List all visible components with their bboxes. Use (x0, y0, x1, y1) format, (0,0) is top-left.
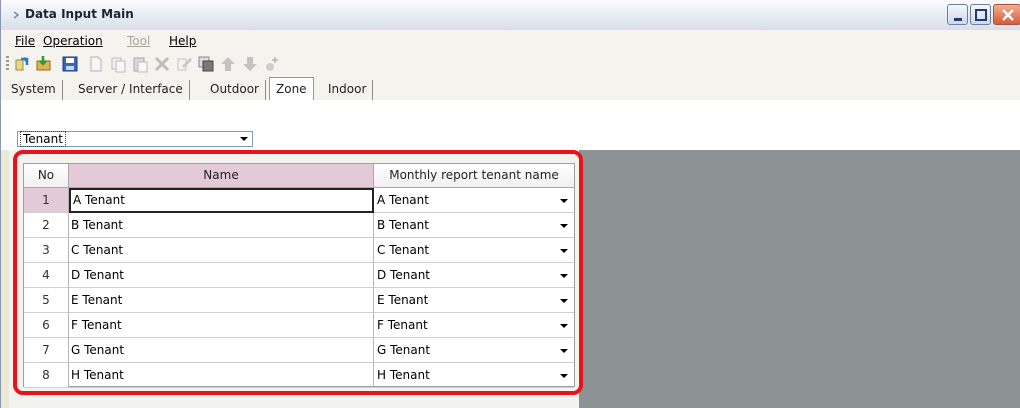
open-icon[interactable] (13, 55, 31, 73)
tenant-grid: No Name Monthly report tenant name 1 A T… (23, 163, 575, 388)
name-cell[interactable]: F Tenant (69, 313, 374, 338)
new-document-icon[interactable] (87, 55, 105, 73)
chevron-down-icon[interactable] (556, 316, 572, 334)
row-number: 6 (24, 313, 69, 338)
tab-bar: System Server / Interface Outdoor Zone I… (1, 76, 1020, 101)
monthly-report-cell[interactable]: F Tenant (374, 313, 574, 338)
name-cell[interactable]: C Tenant (69, 238, 374, 263)
monthly-report-cell[interactable]: B Tenant (374, 213, 574, 238)
maximize-button[interactable] (970, 4, 991, 25)
empty-gray-area (579, 150, 1020, 408)
table-row[interactable]: 1 A Tenant A Tenant (24, 188, 574, 213)
minimize-button[interactable] (947, 4, 968, 25)
monthly-report-cell[interactable]: C Tenant (374, 238, 574, 263)
monthly-report-value: D Tenant (377, 268, 430, 282)
main-window: Data Input Main File Operation Tool Help (0, 0, 1020, 408)
move-up-icon[interactable] (219, 55, 237, 73)
monthly-report-cell[interactable]: A Tenant (374, 188, 574, 213)
table-row[interactable]: 3 C Tenant C Tenant (24, 238, 574, 263)
row-number: 4 (24, 263, 69, 288)
column-header-no[interactable]: No (24, 164, 69, 188)
maximize-icon (975, 9, 987, 21)
properties-icon[interactable] (197, 55, 215, 73)
toolbar (1, 52, 1020, 76)
name-cell[interactable]: B Tenant (69, 213, 374, 238)
menu-operation[interactable]: Operation (43, 34, 103, 48)
name-cell[interactable]: H Tenant (69, 363, 374, 388)
name-cell[interactable]: D Tenant (69, 263, 374, 288)
menu-tool-label: Tool (127, 34, 151, 48)
row-number: 8 (24, 363, 69, 388)
table-row[interactable]: 4 D Tenant D Tenant (24, 263, 574, 288)
chevron-down-icon[interactable] (556, 341, 572, 359)
monthly-report-value: H Tenant (377, 368, 430, 382)
name-cell[interactable]: A Tenant (69, 188, 374, 213)
chevron-down-icon[interactable] (556, 191, 572, 209)
tab-zone[interactable]: Zone (269, 77, 314, 101)
chevron-down-icon[interactable] (237, 133, 251, 145)
monthly-report-cell[interactable]: E Tenant (374, 288, 574, 313)
menu-help-label: Help (169, 34, 197, 48)
menu-operation-label: Operation (43, 34, 103, 48)
monthly-report-value: C Tenant (377, 243, 430, 257)
table-row[interactable]: 8 H Tenant H Tenant (24, 363, 574, 388)
save-icon[interactable] (61, 55, 79, 73)
menu-file-label: File (15, 34, 36, 48)
menu-file[interactable]: File (15, 34, 35, 48)
chevron-down-icon[interactable] (556, 291, 572, 309)
monthly-report-value: B Tenant (377, 218, 429, 232)
tab-system[interactable]: System (5, 80, 63, 100)
import-icon[interactable] (35, 55, 53, 73)
column-header-name[interactable]: Name (69, 164, 374, 188)
monthly-report-value: F Tenant (377, 318, 428, 332)
column-header-monthly-report-tenant-name[interactable]: Monthly report tenant name (374, 164, 574, 188)
minimize-icon (954, 18, 962, 21)
menu-tool[interactable]: Tool (127, 34, 150, 48)
row-number: 7 (24, 338, 69, 363)
name-cell[interactable]: E Tenant (69, 288, 374, 313)
row-number: 3 (24, 238, 69, 263)
tab-outdoor[interactable]: Outdoor (204, 80, 266, 100)
paste-icon[interactable] (131, 55, 149, 73)
table-row[interactable]: 5 E Tenant E Tenant (24, 288, 574, 313)
menu-bar: File Operation Tool Help (1, 30, 1020, 52)
move-down-icon[interactable] (241, 55, 259, 73)
zone-type-select[interactable]: Tenant (17, 131, 253, 147)
title-bar[interactable]: Data Input Main (1, 0, 1020, 31)
chevron-down-icon[interactable] (556, 366, 572, 384)
monthly-report-value: A Tenant (377, 193, 429, 207)
chevron-down-icon[interactable] (556, 266, 572, 284)
monthly-report-cell[interactable]: G Tenant (374, 338, 574, 363)
close-button[interactable] (993, 4, 1020, 25)
row-number: 2 (24, 213, 69, 238)
monthly-report-cell[interactable]: D Tenant (374, 263, 574, 288)
name-cell[interactable]: G Tenant (69, 338, 374, 363)
tab-server-interface[interactable]: Server / Interface (72, 80, 190, 100)
row-number: 1 (24, 188, 69, 213)
copy-icon[interactable] (109, 55, 127, 73)
zone-content-area: Tenant (1, 100, 1020, 150)
zone-type-select-value: Tenant (20, 131, 66, 147)
add-node-icon[interactable] (263, 55, 281, 73)
edit-icon[interactable] (175, 55, 193, 73)
row-number: 5 (24, 288, 69, 313)
tab-indoor[interactable]: Indoor (322, 80, 374, 100)
monthly-report-value: G Tenant (377, 343, 431, 357)
app-icon (13, 11, 20, 19)
table-row[interactable]: 7 G Tenant G Tenant (24, 338, 574, 363)
table-row[interactable]: 6 F Tenant F Tenant (24, 313, 574, 338)
close-icon (1002, 9, 1014, 21)
table-row[interactable]: 2 B Tenant B Tenant (24, 213, 574, 238)
chevron-down-icon[interactable] (556, 216, 572, 234)
monthly-report-value: E Tenant (377, 293, 429, 307)
window-title: Data Input Main (25, 7, 134, 21)
menu-help[interactable]: Help (169, 34, 196, 48)
chevron-down-icon[interactable] (556, 241, 572, 259)
delete-icon[interactable] (153, 55, 171, 73)
toolbar-grip[interactable] (6, 56, 9, 72)
monthly-report-cell[interactable]: H Tenant (374, 363, 574, 388)
